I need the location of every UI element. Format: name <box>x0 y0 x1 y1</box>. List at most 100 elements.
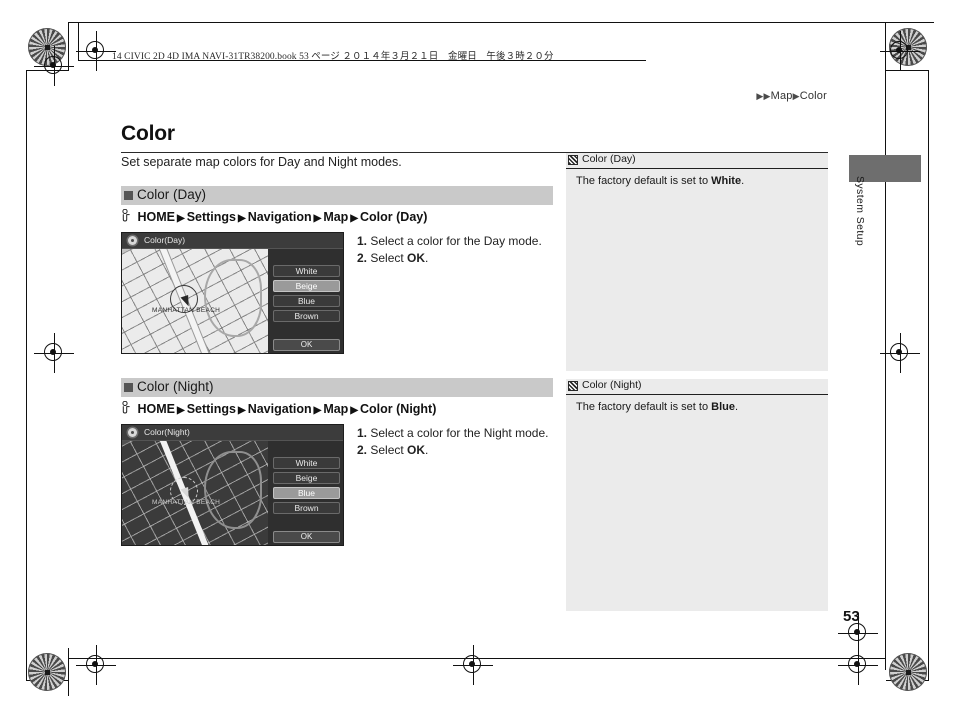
color-option-blue[interactable]: Blue <box>273 487 340 499</box>
path-item: Color (Day) <box>360 210 428 224</box>
note-title: Color (Night) <box>582 379 642 391</box>
path-item: Map <box>323 402 349 416</box>
screenshot-wrap-night: Color(Night) MANHATTAN BEACH White Beige <box>121 424 553 546</box>
step-number: 1. <box>357 426 368 440</box>
breadcrumb: ▶▶Map▶Color <box>756 90 827 102</box>
color-option-list-day: White Beige Blue Brown OK <box>268 249 343 353</box>
screenshot-wrap-day: Color(Day) MANHATTAN BEACH White Beige B… <box>121 232 553 354</box>
section-band-day: Color (Day) <box>121 186 553 205</box>
sidebar-notes: Color (Day) The factory default is set t… <box>566 153 828 611</box>
breadcrumb-item-map: Map <box>770 90 793 102</box>
map-preview-day: MANHATTAN BEACH <box>122 249 268 353</box>
step-text-end: . <box>425 443 429 457</box>
step-number: 2. <box>357 251 368 265</box>
gear-icon <box>128 428 137 437</box>
note-color-night: Color (Night) The factory default is set… <box>566 379 828 611</box>
section-tab-label: System Setup <box>854 176 866 247</box>
note-text-end: . <box>741 175 745 187</box>
map-place-label: MANHATTAN BEACH <box>152 307 221 314</box>
color-option-beige[interactable]: Beige <box>273 280 340 292</box>
step-text: Select a color for the Night mode. <box>370 426 549 440</box>
page-title: Color <box>121 122 175 145</box>
color-option-beige[interactable]: Beige <box>273 472 340 484</box>
note-color-day: Color (Day) The factory default is set t… <box>566 153 828 371</box>
step-text-emphasis: OK <box>407 251 426 265</box>
color-option-white[interactable]: White <box>273 457 340 469</box>
map-highway-loop <box>204 259 262 337</box>
left-column: Color (Day) HOME ▶ Settings ▶ Navigation ▶ Map… <box>121 186 553 546</box>
note-body: The factory default is set to White. <box>566 169 828 371</box>
intro-text: Set separate map colors for Day and Nigh… <box>121 155 402 169</box>
step-text: Select <box>370 251 408 265</box>
color-option-brown[interactable]: Brown <box>273 502 340 514</box>
path-separator-icon: ▶ <box>350 405 359 416</box>
path-item: Map <box>323 210 349 224</box>
path-item: Settings <box>186 210 236 224</box>
path-separator-icon: ▶ <box>176 405 185 416</box>
menu-path-day: HOME ▶ Settings ▶ Navigation ▶ Map ▶ Color (Day) <box>121 208 553 225</box>
page-content: ▶▶Map▶Color Color Set separate map color… <box>0 0 954 718</box>
step-text-emphasis: OK <box>407 443 426 457</box>
menu-path-night: HOME ▶ Settings ▶ Navigation ▶ Map ▶ Color (Nigh… <box>121 400 553 417</box>
section-bullet-icon <box>124 191 133 200</box>
note-header: Color (Night) <box>566 379 828 395</box>
step-item: 2. Select OK. <box>357 443 548 457</box>
section-color-day: Color (Day) HOME ▶ Settings ▶ Navigation ▶ Map… <box>121 186 553 354</box>
steps-list-night: 1. Select a color for the Night mode. 2.… <box>357 426 548 460</box>
page-number: 53 <box>843 608 860 625</box>
path-separator-icon: ▶ <box>313 213 322 224</box>
color-option-list-night: White Beige Blue Brown OK <box>268 441 343 545</box>
path-separator-icon: ▶ <box>350 213 359 224</box>
hatched-square-icon <box>568 155 578 165</box>
path-separator-icon: ▶ <box>238 405 246 416</box>
note-text-emphasis: Blue <box>711 401 735 413</box>
path-item: HOME <box>137 210 175 224</box>
hatched-square-icon <box>568 381 578 391</box>
nav-titlebar: Color(Night) <box>122 425 343 441</box>
map-preview-night: MANHATTAN BEACH <box>122 441 268 545</box>
breadcrumb-arrow-icon: ▶▶ <box>756 91 771 101</box>
nav-screen-title: Color(Day) <box>144 235 186 245</box>
section-color-night: Color (Night) HOME ▶ Settings ▶ Navigation ▶ M… <box>121 378 553 546</box>
nav-screen-title: Color(Night) <box>144 427 190 437</box>
step-number: 1. <box>357 234 368 248</box>
color-option-blue[interactable]: Blue <box>273 295 340 307</box>
note-text: The factory default is set to <box>576 175 712 187</box>
path-separator-icon: ▶ <box>238 213 246 224</box>
nav-screenshot-day: Color(Day) MANHATTAN BEACH White Beige B… <box>121 232 344 354</box>
step-text: Select a color for the Day mode. <box>370 234 542 248</box>
note-text: The factory default is set to <box>576 401 712 413</box>
color-option-white[interactable]: White <box>273 265 340 277</box>
gear-icon <box>128 236 137 245</box>
step-item: 2. Select OK. <box>357 251 542 265</box>
nav-screenshot-night: Color(Night) MANHATTAN BEACH White Beige <box>121 424 344 546</box>
ok-button[interactable]: OK <box>273 531 340 543</box>
hand-pointer-icon <box>121 208 134 225</box>
note-text-emphasis: White <box>711 175 742 187</box>
path-item: Settings <box>186 402 236 416</box>
note-text-end: . <box>734 401 739 413</box>
section-band-night: Color (Night) <box>121 378 553 397</box>
section-title-day: Color (Day) <box>137 187 207 202</box>
step-text-end: . <box>425 251 429 265</box>
path-item: Navigation <box>247 402 312 416</box>
breadcrumb-item-color: Color <box>799 90 827 102</box>
breadcrumb-arrow-icon: ▶ <box>792 91 800 101</box>
step-item: 1. Select a color for the Day mode. <box>357 234 542 248</box>
path-item: Color (Night) <box>360 402 437 416</box>
path-item: Navigation <box>247 210 312 224</box>
step-item: 1. Select a color for the Night mode. <box>357 426 548 440</box>
path-separator-icon: ▶ <box>176 213 185 224</box>
steps-list-day: 1. Select a color for the Day mode. 2. S… <box>357 234 542 268</box>
step-number: 2. <box>357 443 368 457</box>
color-option-brown[interactable]: Brown <box>273 310 340 322</box>
note-body: The factory default is set to Blue. <box>566 395 828 611</box>
hand-pointer-icon <box>121 400 134 417</box>
section-bullet-icon <box>124 383 133 392</box>
step-text: Select <box>370 443 408 457</box>
map-place-label: MANHATTAN BEACH <box>152 499 221 506</box>
section-title-night: Color (Night) <box>137 379 214 394</box>
path-separator-icon: ▶ <box>313 405 322 416</box>
note-header: Color (Day) <box>566 153 828 169</box>
ok-button[interactable]: OK <box>273 339 340 351</box>
